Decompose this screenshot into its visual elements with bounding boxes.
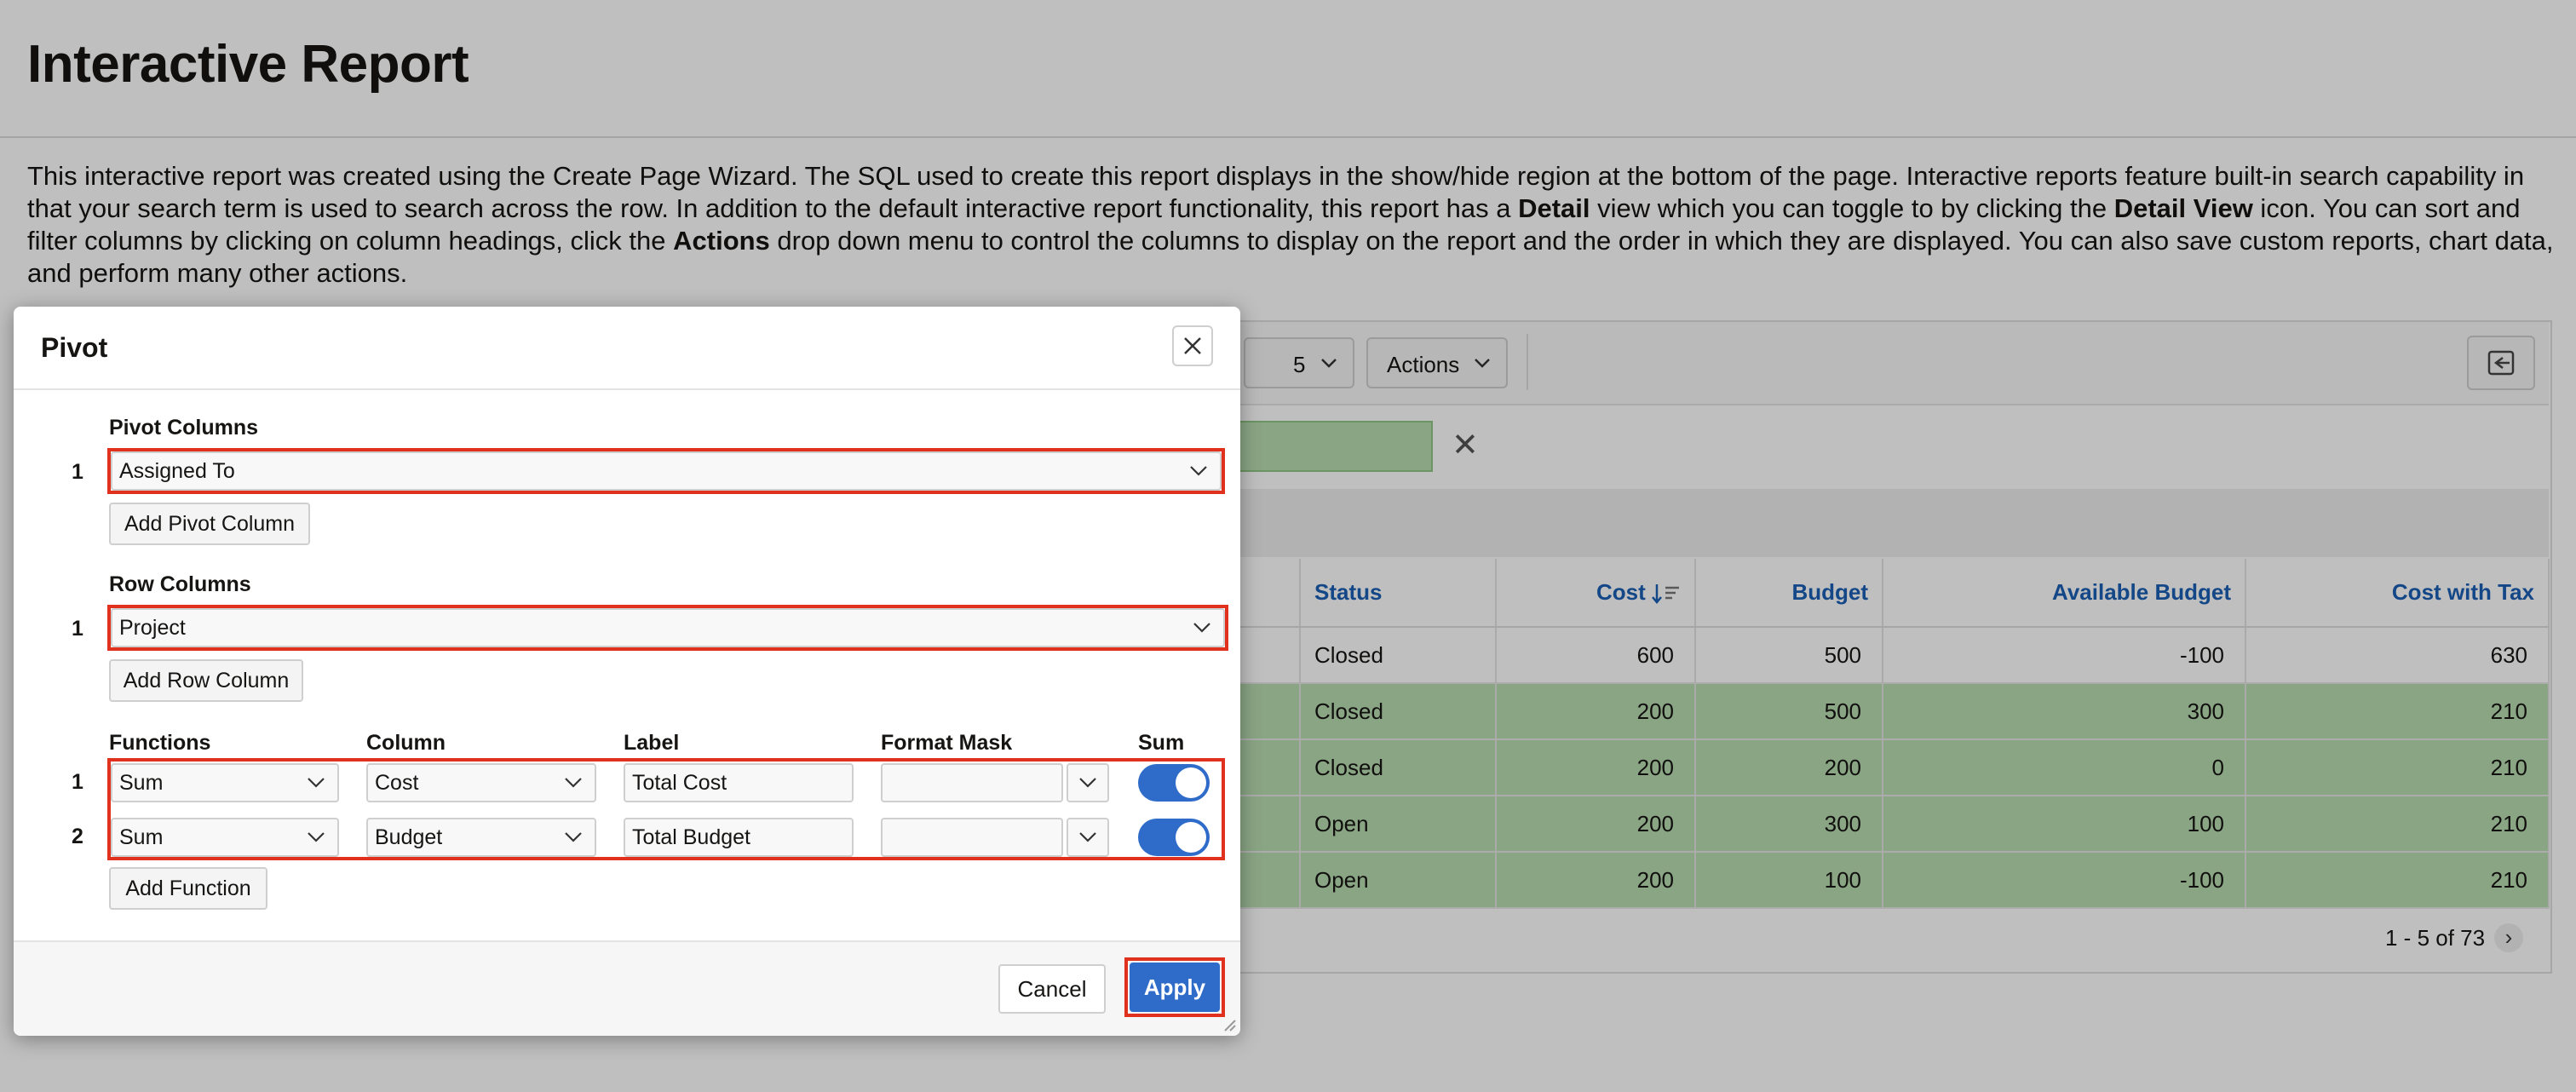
- add-row-column-button[interactable]: Add Row Column: [109, 659, 303, 702]
- function-index: 1: [72, 770, 83, 794]
- add-pivot-column-button[interactable]: Add Pivot Column: [109, 503, 310, 545]
- dialog-header: Pivot: [14, 307, 1240, 390]
- pivot-column-index: 1: [72, 460, 83, 484]
- row-columns-label: Row Columns: [109, 572, 251, 596]
- format-mask-header: Format Mask: [881, 731, 1013, 755]
- pivot-columns-label: Pivot Columns: [109, 416, 259, 440]
- column-header: Column: [366, 731, 446, 755]
- cancel-button[interactable]: Cancel: [998, 964, 1106, 1014]
- functions-header: Functions: [109, 731, 211, 755]
- pivot-dialog: Pivot Pivot Columns 1 Assigned To Add Pi…: [14, 307, 1240, 1036]
- highlight-box: [1124, 957, 1225, 1017]
- close-button[interactable]: [1172, 325, 1213, 366]
- highlight-box: [107, 448, 1225, 494]
- resize-handle-icon[interactable]: [1223, 1019, 1237, 1032]
- add-function-button[interactable]: Add Function: [109, 867, 267, 910]
- highlight-box: [107, 605, 1228, 651]
- row-column-index: 1: [72, 617, 83, 641]
- label-header: Label: [624, 731, 680, 755]
- function-index: 2: [72, 825, 83, 848]
- sum-header: Sum: [1138, 731, 1185, 755]
- close-icon: [1184, 337, 1201, 354]
- highlight-box: [107, 758, 1225, 860]
- dialog-title: Pivot: [41, 332, 108, 363]
